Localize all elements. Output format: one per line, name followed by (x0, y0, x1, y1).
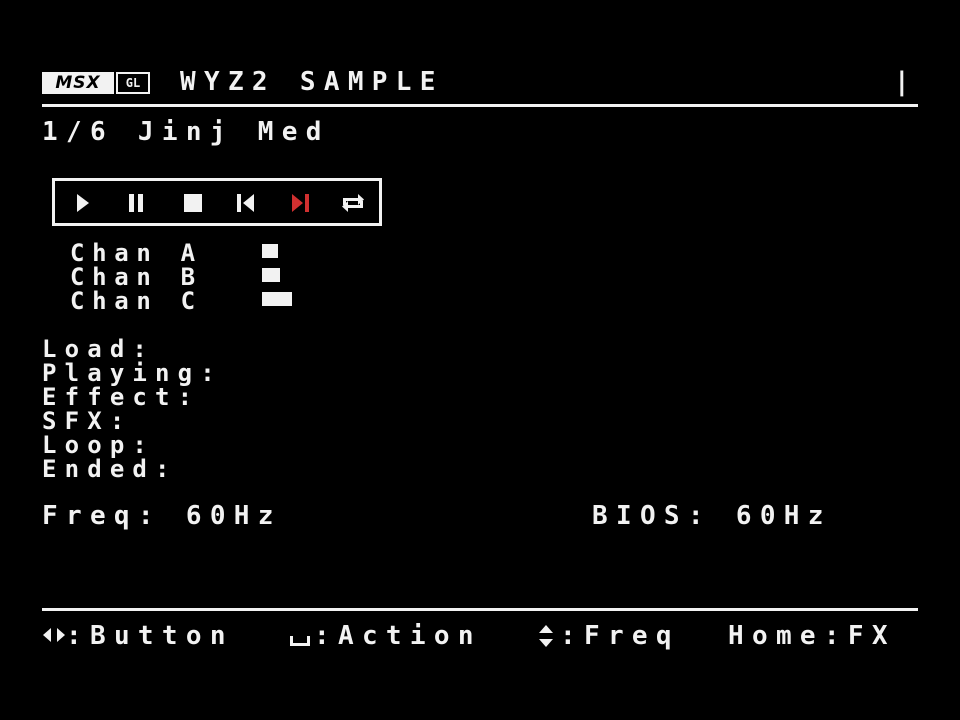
status-ended: Ended: (42, 455, 178, 483)
footer-home-hint: Home:FX (728, 621, 896, 651)
space-key-icon (290, 636, 310, 646)
up-down-arrows-icon (539, 625, 553, 647)
status-effect: Effect: (42, 383, 201, 411)
msx-screen: MSX GL WYZ2 SAMPLE | 1/6 Jinj Med Chan A… (0, 0, 960, 720)
channel-a-level-bar (262, 244, 278, 258)
footer-freq-hint: :Freq (560, 621, 680, 651)
repeat-icon (342, 194, 364, 212)
channel-b-level-bar (262, 268, 280, 282)
msxgl-logo: MSX GL (42, 72, 150, 94)
pause-button[interactable] (123, 191, 149, 215)
song-label: 1/6 Jinj Med (42, 117, 330, 147)
logo-gl-text: GL (116, 72, 150, 94)
channel-a-label: Chan A (70, 239, 203, 267)
skip-next-icon (292, 194, 309, 212)
player-controls (52, 178, 382, 226)
freq-readout: Freq: 60Hz (42, 501, 282, 531)
skip-previous-icon (237, 194, 254, 212)
status-playing: Playing: (42, 359, 223, 387)
header-indicator: | (894, 67, 910, 97)
channel-c-level-bar (262, 292, 292, 306)
channel-b-label: Chan B (70, 263, 203, 291)
header-divider (42, 104, 918, 107)
loop-button[interactable] (340, 191, 366, 215)
status-sfx: SFX: (42, 407, 133, 435)
left-right-arrows-icon (43, 628, 65, 642)
previous-button[interactable] (233, 191, 259, 215)
channel-c-label: Chan C (70, 287, 203, 315)
bios-freq-readout: BIOS: 60Hz (592, 501, 832, 531)
app-title: WYZ2 SAMPLE (180, 67, 444, 97)
stop-icon (184, 194, 202, 212)
logo-msx-text: MSX (42, 72, 114, 94)
footer-action-hint: :Action (314, 621, 482, 651)
pause-icon (129, 194, 143, 212)
footer-button-hint: :Button (66, 621, 234, 651)
play-icon (77, 194, 89, 212)
play-button[interactable] (70, 191, 96, 215)
footer-divider (42, 608, 918, 611)
stop-button[interactable] (180, 191, 206, 215)
next-button[interactable] (287, 191, 313, 215)
status-loop: Loop: (42, 431, 156, 459)
status-load: Load: (42, 335, 156, 363)
